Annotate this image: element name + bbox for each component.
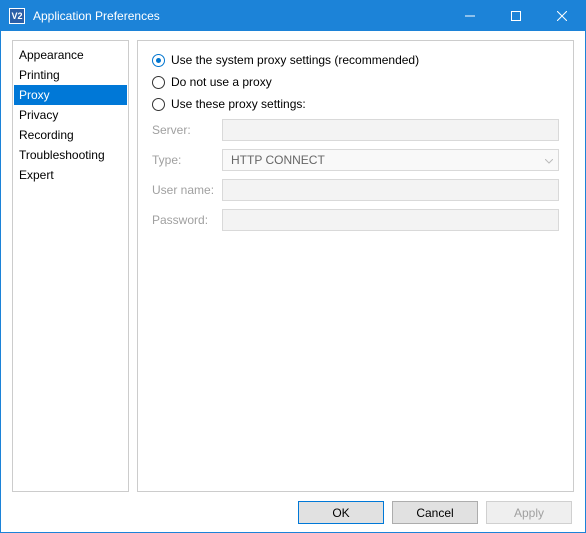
window-controls xyxy=(447,1,585,31)
label-type: Type: xyxy=(152,153,222,167)
ok-button[interactable]: OK xyxy=(298,501,384,524)
content-panel: Use the system proxy settings (recommend… xyxy=(137,40,574,492)
type-select-wrap: HTTP CONNECT xyxy=(222,149,559,171)
maximize-icon xyxy=(511,11,521,21)
dialog-footer: OK Cancel Apply xyxy=(12,501,574,524)
radio-custom-proxy[interactable] xyxy=(152,98,165,111)
preferences-window: V2 Application Preferences Appearance Pr… xyxy=(0,0,586,533)
row-username: User name: xyxy=(152,179,559,201)
radio-row-none[interactable]: Do not use a proxy xyxy=(152,75,559,89)
label-server: Server: xyxy=(152,123,222,137)
minimize-icon xyxy=(465,11,475,21)
radio-no-proxy[interactable] xyxy=(152,76,165,89)
close-button[interactable] xyxy=(539,1,585,31)
titlebar: V2 Application Preferences xyxy=(1,1,585,31)
row-server: Server: xyxy=(152,119,559,141)
proxy-form: Server: Type: HTTP CONNECT xyxy=(152,119,559,231)
radio-row-system[interactable]: Use the system proxy settings (recommend… xyxy=(152,53,559,67)
type-select[interactable]: HTTP CONNECT xyxy=(222,149,559,171)
chevron-down-icon xyxy=(545,153,553,167)
radio-system-proxy[interactable] xyxy=(152,54,165,67)
row-password: Password: xyxy=(152,209,559,231)
row-type: Type: HTTP CONNECT xyxy=(152,149,559,171)
minimize-button[interactable] xyxy=(447,1,493,31)
radio-custom-label: Use these proxy settings: xyxy=(171,97,306,111)
radio-row-custom[interactable]: Use these proxy settings: xyxy=(152,97,559,111)
cancel-button[interactable]: Cancel xyxy=(392,501,478,524)
app-icon: V2 xyxy=(9,8,25,24)
sidebar-item-recording[interactable]: Recording xyxy=(14,125,127,145)
sidebar: Appearance Printing Proxy Privacy Record… xyxy=(12,40,129,492)
type-select-value: HTTP CONNECT xyxy=(231,153,325,167)
sidebar-item-printing[interactable]: Printing xyxy=(14,65,127,85)
sidebar-item-troubleshooting[interactable]: Troubleshooting xyxy=(14,145,127,165)
window-body: Appearance Printing Proxy Privacy Record… xyxy=(1,31,585,532)
label-password: Password: xyxy=(152,213,222,227)
close-icon xyxy=(557,11,567,21)
password-input[interactable] xyxy=(222,209,559,231)
label-username: User name: xyxy=(152,183,222,197)
radio-system-label: Use the system proxy settings (recommend… xyxy=(171,53,419,67)
sidebar-item-appearance[interactable]: Appearance xyxy=(14,45,127,65)
sidebar-item-expert[interactable]: Expert xyxy=(14,165,127,185)
panels: Appearance Printing Proxy Privacy Record… xyxy=(12,40,574,492)
server-input[interactable] xyxy=(222,119,559,141)
radio-none-label: Do not use a proxy xyxy=(171,75,272,89)
sidebar-item-privacy[interactable]: Privacy xyxy=(14,105,127,125)
sidebar-item-proxy[interactable]: Proxy xyxy=(14,85,127,105)
window-title: Application Preferences xyxy=(33,9,447,23)
maximize-button[interactable] xyxy=(493,1,539,31)
username-input[interactable] xyxy=(222,179,559,201)
apply-button[interactable]: Apply xyxy=(486,501,572,524)
